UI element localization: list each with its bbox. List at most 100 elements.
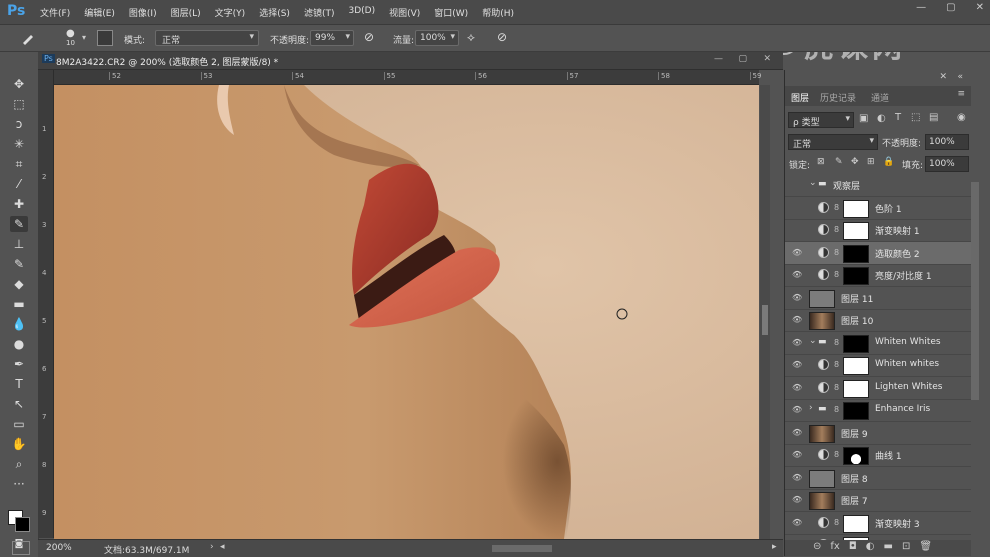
- eye-icon[interactable]: 👁: [792, 338, 802, 347]
- layer-row[interactable]: 👁 8 选取颜色 2: [785, 241, 971, 265]
- menu-item[interactable]: 编辑(E): [84, 6, 115, 19]
- adjustment-icon[interactable]: ◐: [866, 541, 875, 552]
- layer-row[interactable]: 👁 8 渐变映射 3: [785, 512, 971, 535]
- lock-all-icon[interactable]: 🔒: [883, 157, 894, 167]
- chevron-right-icon[interactable]: ›: [809, 403, 813, 413]
- brush-tool-icon[interactable]: [20, 30, 36, 46]
- blend-mode-select[interactable]: 正常 ▾: [788, 134, 878, 150]
- layer-row[interactable]: 👁 8 Lighten Whites: [785, 377, 971, 400]
- maximize-icon[interactable]: ▢: [738, 54, 747, 64]
- new-layer-icon[interactable]: ⊡: [902, 541, 910, 552]
- layer-row[interactable]: 👁 图层 11: [785, 287, 971, 310]
- lock-transparent-icon[interactable]: ⊠: [817, 157, 825, 167]
- eye-icon[interactable]: 👁: [792, 315, 802, 324]
- eye-icon[interactable]: 👁: [792, 428, 802, 437]
- blur-tool-icon[interactable]: 💧: [10, 316, 28, 332]
- eye-icon[interactable]: 👁: [792, 473, 802, 482]
- filter-toggle-icon[interactable]: ◉: [957, 112, 966, 123]
- menu-item[interactable]: 文字(Y): [215, 6, 246, 19]
- canvas[interactable]: [54, 85, 759, 539]
- move-tool-icon[interactable]: ✥: [10, 76, 28, 92]
- close-icon[interactable]: ✕: [763, 54, 771, 64]
- zoom-level[interactable]: 200%: [46, 543, 72, 553]
- lasso-tool-icon[interactable]: ↄ: [10, 116, 28, 132]
- background-color-swatch[interactable]: [15, 517, 30, 532]
- eye-icon[interactable]: 👁: [792, 270, 802, 279]
- filter-pixel-icon[interactable]: ▣: [859, 113, 868, 124]
- folder-icon[interactable]: ▬: [884, 541, 893, 552]
- eye-icon[interactable]: 👁: [792, 450, 802, 459]
- layer-row[interactable]: 👁 8 Whiten whites: [785, 354, 971, 377]
- menu-item[interactable]: 图层(L): [171, 6, 201, 19]
- crop-tool-icon[interactable]: ⌗: [10, 156, 28, 172]
- lock-position-icon[interactable]: ✥: [851, 157, 859, 167]
- layer-row[interactable]: 8 色阶 1: [785, 197, 971, 220]
- eye-icon[interactable]: 👁: [792, 248, 802, 257]
- layer-row[interactable]: 👁 图层 10: [785, 309, 971, 332]
- menu-item[interactable]: 3D(D): [348, 6, 375, 19]
- layer-row[interactable]: 👁 8 曲线 1: [785, 444, 971, 467]
- hand-tool-icon[interactable]: ✋: [10, 436, 28, 452]
- fx-icon[interactable]: fx: [830, 541, 839, 552]
- layer-row[interactable]: 👁 图层 7: [785, 489, 971, 512]
- history-brush-tool-icon[interactable]: ✎: [10, 256, 28, 272]
- status-nav-icon[interactable]: [12, 541, 30, 555]
- brush-preset-picker[interactable]: ● 10 ▾: [60, 28, 94, 48]
- layer-row[interactable]: 👁 图层 9: [785, 422, 971, 445]
- eye-hidden-icon[interactable]: [792, 203, 802, 211]
- scroll-left-icon[interactable]: ◂: [220, 542, 225, 552]
- tab-channels[interactable]: 通道: [871, 91, 889, 104]
- eye-hidden-icon[interactable]: [792, 225, 802, 233]
- layer-row[interactable]: 👁 8 亮度/对比度 1: [785, 264, 971, 287]
- lock-artboard-icon[interactable]: ⊞: [867, 157, 875, 167]
- menu-item[interactable]: 视图(V): [389, 6, 420, 19]
- layer-filter-select[interactable]: ρ 类型 ▾: [788, 112, 854, 128]
- maximize-window-icon[interactable]: ▢: [946, 2, 955, 13]
- canvas-vertical-scrollbar[interactable]: [760, 85, 770, 539]
- path-selection-tool-icon[interactable]: ↖: [10, 396, 28, 412]
- menu-item[interactable]: 文件(F): [40, 6, 70, 19]
- filter-adjustment-icon[interactable]: ◐: [877, 113, 886, 124]
- brush-tool-icon[interactable]: ✎: [10, 216, 28, 232]
- layer-opacity-field[interactable]: 100%: [925, 134, 969, 150]
- lock-image-icon[interactable]: ✎: [835, 157, 843, 167]
- flow-field[interactable]: 100% ▾: [415, 30, 459, 46]
- zoom-tool-icon[interactable]: ⌕: [10, 456, 28, 472]
- layers-scrollbar[interactable]: [971, 182, 979, 400]
- gradient-tool-icon[interactable]: ▬: [10, 296, 28, 312]
- pressure-size-icon[interactable]: ⊘: [497, 30, 507, 44]
- layer-row[interactable]: 👁 ⌄ ▬ 8 Whiten Whites: [785, 332, 971, 355]
- mask-icon[interactable]: ◘: [849, 541, 857, 552]
- stamp-tool-icon[interactable]: ⊥: [10, 236, 28, 252]
- tab-history[interactable]: 历史记录: [820, 91, 856, 104]
- eye-icon[interactable]: 👁: [792, 518, 802, 527]
- tab-layers[interactable]: 图层: [791, 91, 809, 104]
- eye-icon[interactable]: 👁: [792, 293, 802, 302]
- menu-item[interactable]: 选择(S): [259, 6, 290, 19]
- airbrush-icon[interactable]: ⟡: [467, 30, 475, 45]
- minimize-window-icon[interactable]: —: [916, 2, 926, 13]
- horizontal-scrollbar-thumb[interactable]: [492, 545, 552, 552]
- menu-item[interactable]: 图像(I): [129, 6, 157, 19]
- collapse-panel-icon[interactable]: «: [957, 72, 963, 82]
- layer-row[interactable]: 8 渐变映射 1: [785, 219, 971, 242]
- more-tools-icon[interactable]: ···: [10, 476, 28, 492]
- close-panel-icon[interactable]: ✕: [939, 72, 947, 82]
- opacity-field[interactable]: 99% ▾: [310, 30, 354, 46]
- pressure-opacity-icon[interactable]: ⊘: [364, 30, 374, 44]
- panel-menu-icon[interactable]: ≡: [957, 89, 965, 99]
- dodge-tool-icon[interactable]: ●: [10, 336, 28, 352]
- layer-row[interactable]: 👁 图层 8: [785, 467, 971, 490]
- link-icon[interactable]: ⊝: [813, 541, 821, 552]
- eyedropper-tool-icon[interactable]: ⁄: [10, 176, 28, 192]
- minimize-icon[interactable]: —: [714, 54, 723, 64]
- eye-icon[interactable]: 👁: [792, 383, 802, 392]
- menu-item[interactable]: 滤镜(T): [304, 6, 335, 19]
- filter-type-icon[interactable]: T: [895, 112, 901, 123]
- trash-icon[interactable]: 🗑: [919, 541, 932, 552]
- close-window-icon[interactable]: ✕: [976, 2, 984, 13]
- brush-panel-toggle[interactable]: [97, 30, 113, 46]
- layer-row[interactable]: ⌄ ▬ 观察层: [785, 174, 971, 197]
- eraser-tool-icon[interactable]: ◆: [10, 276, 28, 292]
- eye-hidden-icon[interactable]: [792, 180, 802, 188]
